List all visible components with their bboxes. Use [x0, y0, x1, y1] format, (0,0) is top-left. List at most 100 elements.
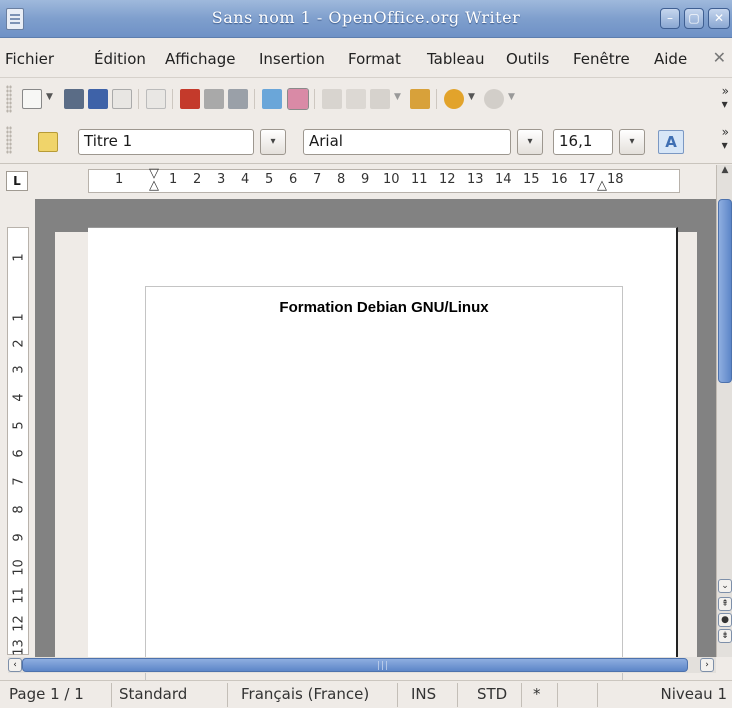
open-folder-icon[interactable]: [64, 89, 84, 109]
vertical-scrollbar[interactable]: ▲ ⌄ ⇞ ● ⇟: [716, 165, 732, 657]
insert-mode[interactable]: INS: [406, 683, 458, 707]
ruler-tick: 6: [11, 449, 27, 458]
ruler-tick: 13: [11, 639, 27, 656]
formatting-toolbar: Titre 1 ▾ Arial ▾ 16,1 ▾ A » ▾: [0, 120, 732, 164]
menu-fichier[interactable]: Fichier: [5, 50, 54, 68]
vertical-scroll-thumb[interactable]: [718, 199, 732, 383]
chevron-down-icon[interactable]: ▼: [468, 92, 475, 102]
ruler-tick: 4: [241, 172, 250, 187]
left-indent-marker[interactable]: △: [149, 178, 159, 193]
scroll-down-icon[interactable]: ⌄: [718, 579, 732, 593]
next-page-icon[interactable]: ⇟: [718, 629, 732, 643]
chevron-down-icon[interactable]: ▾: [517, 129, 543, 155]
language-indicator[interactable]: Français (France): [236, 683, 398, 707]
spellcheck-icon[interactable]: [262, 89, 282, 109]
font-name-select[interactable]: Arial: [303, 129, 511, 155]
menu-outils[interactable]: Outils: [506, 50, 549, 68]
previous-page-icon[interactable]: ⇞: [718, 597, 732, 611]
ruler-tick: 1: [115, 172, 124, 187]
right-indent-marker[interactable]: △: [597, 178, 607, 193]
ruler-tick: 12: [439, 172, 456, 187]
close-window-button[interactable]: ✕: [708, 8, 730, 29]
toolbar-separator: [436, 89, 437, 109]
minimize-button[interactable]: –: [660, 8, 680, 29]
more-toolbar-icon[interactable]: » ▾: [722, 126, 729, 152]
paragraph-style-select[interactable]: Titre 1: [78, 129, 254, 155]
ruler-tick: 3: [11, 365, 27, 374]
menu-format[interactable]: Format: [348, 50, 401, 68]
toolbar-grip[interactable]: [6, 85, 12, 113]
horizontal-scroll-thumb[interactable]: |||: [22, 658, 688, 672]
scroll-up-icon[interactable]: ▲: [717, 165, 732, 181]
standard-toolbar: ▼ ▼ ▼ ▼ » ▾: [0, 79, 732, 119]
ruler-tick: 7: [313, 172, 322, 187]
copy-icon[interactable]: [346, 89, 366, 109]
redo-icon[interactable]: [484, 89, 504, 109]
menu-tableau[interactable]: Tableau: [427, 50, 485, 68]
undo-icon[interactable]: [444, 89, 464, 109]
chevron-down-icon[interactable]: ▾: [619, 129, 645, 155]
format-paintbrush-icon[interactable]: [410, 89, 430, 109]
menu-aide[interactable]: Aide: [654, 50, 687, 68]
edit-file-icon[interactable]: [146, 89, 166, 109]
ruler-tick: 16: [551, 172, 568, 187]
selection-mode[interactable]: STD: [472, 683, 522, 707]
close-document-icon[interactable]: ✕: [713, 48, 726, 67]
export-pdf-icon[interactable]: [180, 89, 200, 109]
menu-edition[interactable]: Édition: [94, 50, 146, 68]
new-document-icon[interactable]: [22, 89, 42, 109]
print-preview-icon[interactable]: [228, 89, 248, 109]
ruler-tick: 18: [607, 172, 624, 187]
scroll-left-icon[interactable]: ‹: [8, 658, 22, 672]
menu-bar: Fichier Édition Affichage Insertion Form…: [0, 38, 732, 78]
chevron-down-icon[interactable]: ▼: [394, 92, 401, 102]
chevron-down-icon[interactable]: ▼: [46, 92, 53, 102]
ruler-tick: 8: [337, 172, 346, 187]
font-size-select[interactable]: 16,1: [553, 129, 613, 155]
ruler-tick: 1: [11, 253, 27, 262]
chevron-down-icon[interactable]: ▼: [508, 92, 515, 102]
maximize-button[interactable]: ▢: [684, 8, 704, 29]
paste-icon[interactable]: [370, 89, 390, 109]
vertical-ruler[interactable]: 1 1 2 3 4 5 6 7 8 9 10 11 12 13: [7, 227, 29, 656]
menu-insertion[interactable]: Insertion: [259, 50, 325, 68]
ruler-tick: 7: [11, 477, 27, 486]
digital-signature-field[interactable]: [564, 683, 598, 707]
toolbar-separator: [254, 89, 255, 109]
ruler-tick: 17: [579, 172, 596, 187]
document-page[interactable]: Formation Debian GNU/Linux: [88, 227, 678, 706]
more-toolbar-icon[interactable]: » ▾: [722, 85, 729, 111]
print-icon[interactable]: [204, 89, 224, 109]
page-style[interactable]: Standard: [114, 683, 228, 707]
ruler-tick: 5: [11, 421, 27, 430]
email-icon[interactable]: [112, 89, 132, 109]
page-indicator[interactable]: Page 1 / 1: [4, 683, 112, 707]
scroll-right-icon[interactable]: ›: [700, 658, 714, 672]
autospellcheck-icon[interactable]: [287, 88, 309, 110]
title-bar: Sans nom 1 - OpenOffice.org Writer – ▢ ✕: [0, 0, 732, 38]
menu-affichage[interactable]: Affichage: [165, 50, 235, 68]
tab-stop-type-button[interactable]: L: [6, 171, 28, 191]
ruler-tick: 11: [411, 172, 428, 187]
fontwork-icon[interactable]: A: [658, 130, 684, 154]
document-heading[interactable]: Formation Debian GNU/Linux: [146, 299, 622, 316]
toolbar-grip[interactable]: [6, 126, 12, 154]
styles-formatting-icon[interactable]: [38, 132, 58, 152]
ruler-tick: 5: [265, 172, 274, 187]
toolbar-separator: [138, 89, 139, 109]
horizontal-ruler[interactable]: 1 1 2 3 4 5 6 7 8 9 10 11 12 13 14 15 16…: [88, 166, 680, 193]
ruler-tick: 15: [523, 172, 540, 187]
ruler-tick: 10: [383, 172, 400, 187]
cut-icon[interactable]: [322, 89, 342, 109]
window-title: Sans nom 1 - OpenOffice.org Writer: [211, 8, 521, 27]
navigator-icon[interactable]: ●: [718, 613, 732, 627]
ruler-tick: 13: [467, 172, 484, 187]
horizontal-scrollbar[interactable]: ‹ ||| ›: [8, 657, 716, 673]
chevron-down-icon[interactable]: ▾: [260, 129, 286, 155]
menu-fenetre[interactable]: Fenêtre: [573, 50, 630, 68]
save-icon[interactable]: [88, 89, 108, 109]
outline-level: Niveau 1: [660, 685, 727, 703]
document-modified-indicator[interactable]: *: [528, 683, 558, 707]
ruler-tick: 2: [193, 172, 202, 187]
ruler-tick: 1: [11, 313, 27, 322]
